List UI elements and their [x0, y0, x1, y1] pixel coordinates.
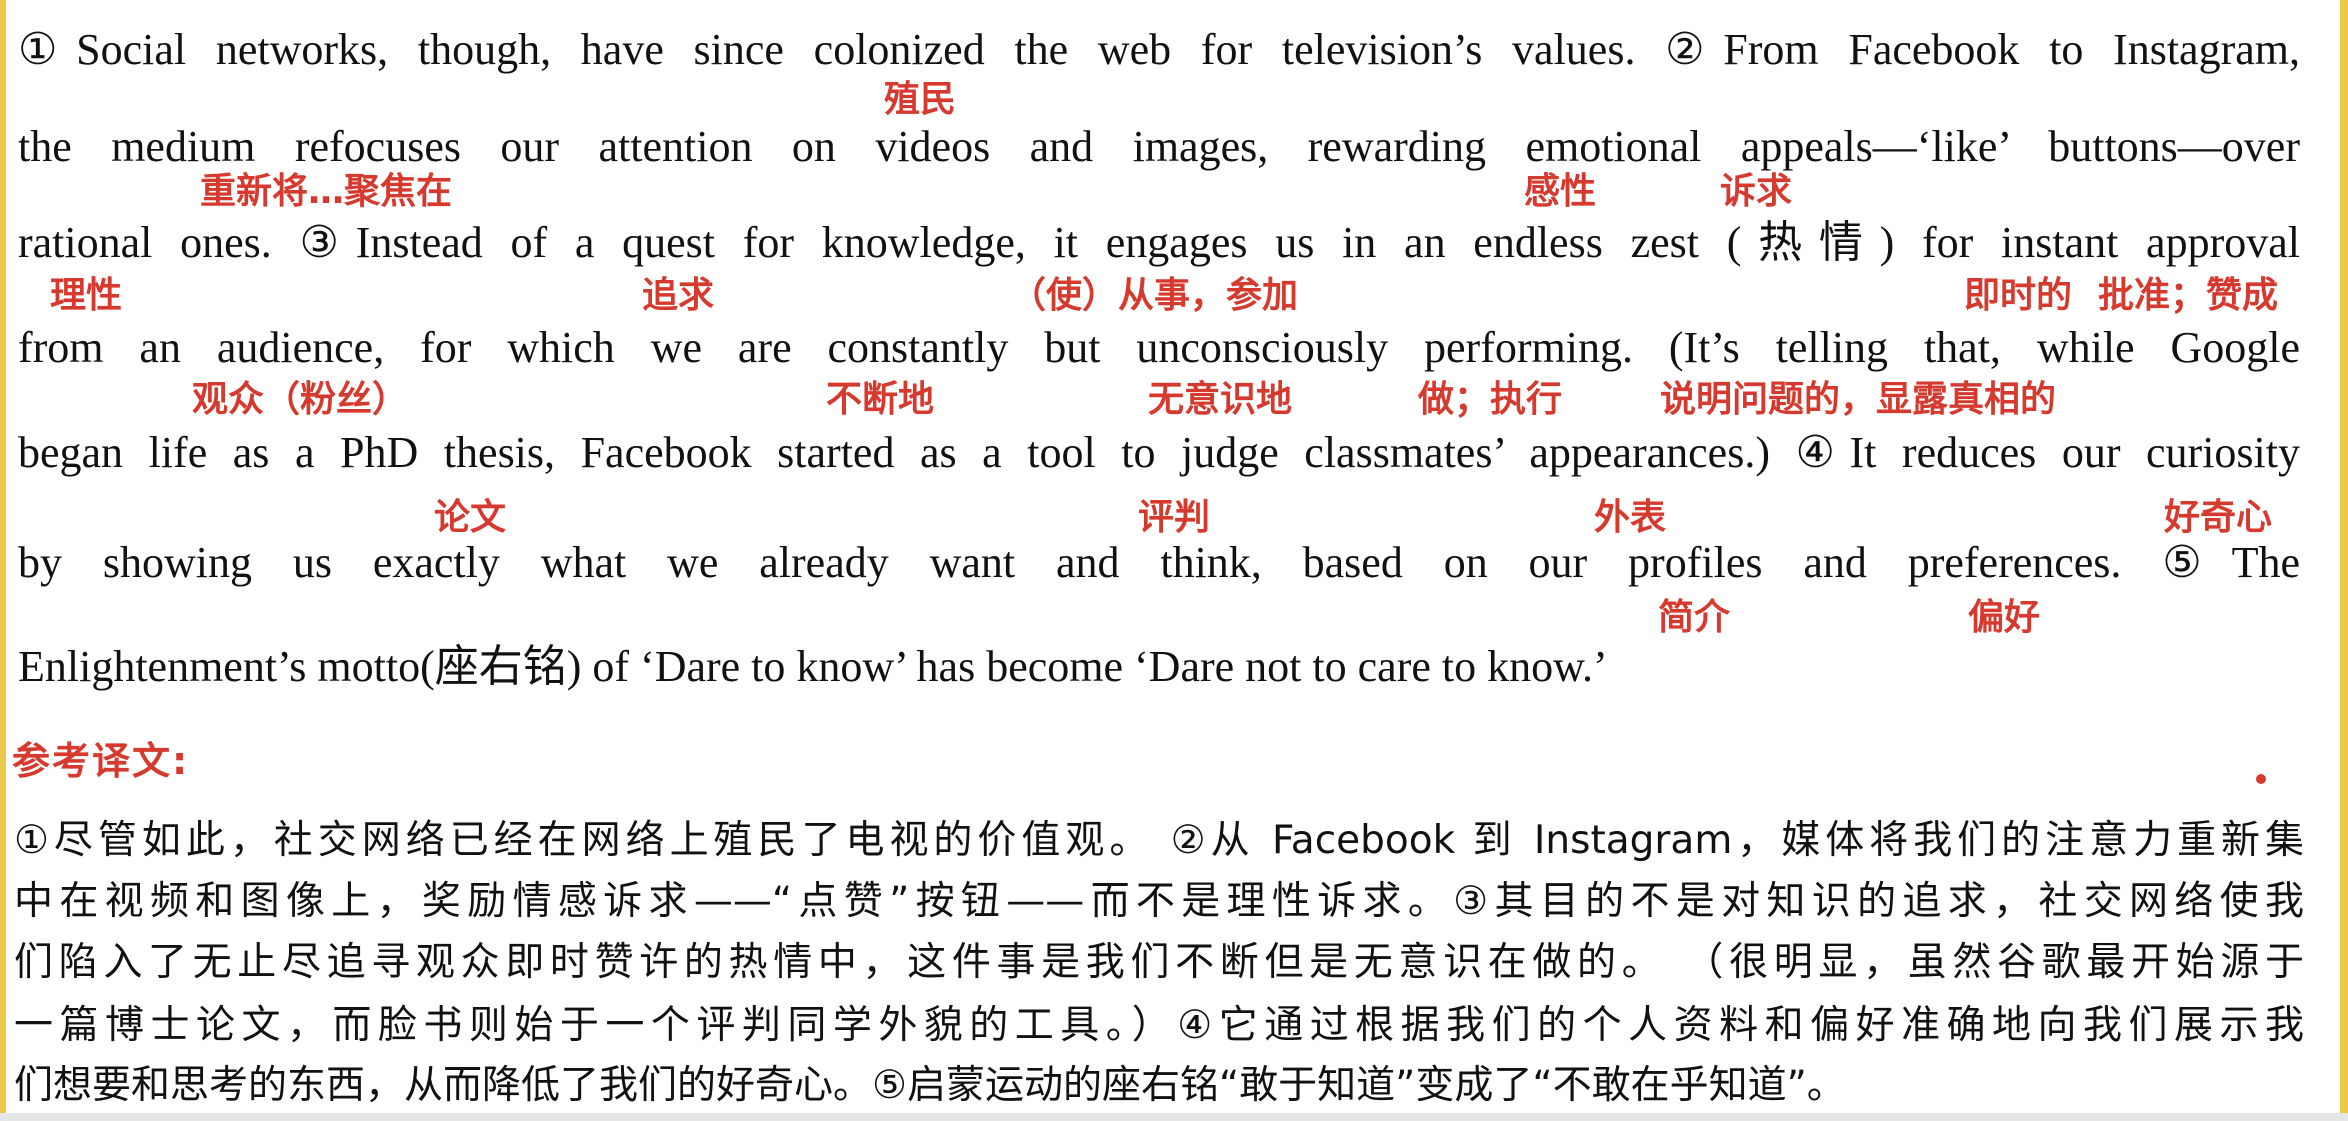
document-page: ①Social networks, though, have since col…: [0, 0, 2348, 1121]
annotation-instant: 即时的: [1964, 275, 2073, 316]
passage-line-4: from an audience, for which we are const…: [18, 323, 2300, 372]
passage-line-7: Enlightenment’s motto(座右铭) of ‘Dare to k…: [18, 642, 1608, 691]
annotation-engage: （使）从事，参加: [1010, 275, 1299, 316]
annotation-judge: 评判: [1138, 497, 1211, 538]
annotation-performing: 做；执行: [1418, 379, 1563, 420]
annotation-preferences: 偏好: [1968, 597, 2041, 638]
annotation-emotional: 感性: [1524, 171, 1597, 212]
annotation-colonize: 殖民: [884, 79, 957, 120]
annotation-appeals: 诉求: [1720, 171, 1793, 212]
translation-line-1: ①尽管如此，社交网络已经在网络上殖民了电视的价值观。 ②从 Facebook 到…: [14, 818, 2304, 863]
passage-line-6: by showing us exactly what we already wa…: [18, 538, 2300, 587]
annotation-unconsciously: 无意识地: [1148, 379, 1293, 420]
translation-line-5: 们想要和思考的东西，从而降低了我们的好奇心。⑤启蒙运动的座右铭“敢于知道”变成了…: [14, 1063, 1846, 1108]
red-dot-mark: [2256, 774, 2266, 784]
passage-line-5: began life as a PhD thesis, Facebook sta…: [18, 428, 2300, 477]
translation-line-2: 中在视频和图像上，奖励情感诉求——“点赞”按钮——而不是理性诉求。③其目的不是对…: [14, 879, 2304, 924]
annotation-quest: 追求: [642, 275, 715, 316]
annotation-thesis: 论文: [434, 497, 507, 538]
annotation-approval: 批准；赞成: [2098, 275, 2279, 316]
translation-line-3: 们陷入了无止尽追寻观众即时赞许的热情中，这件事是我们不断但是无意识在做的。 （很…: [14, 940, 2304, 985]
passage-line-1: ①Social networks, though, have since col…: [18, 25, 2300, 74]
annotation-audience: 观众（粉丝）: [192, 379, 409, 420]
passage-line-2: the medium refocuses our attention on vi…: [18, 122, 2300, 171]
annotation-curiosity: 好奇心: [2164, 497, 2273, 538]
annotation-telling: 说明问题的，显露真相的: [1660, 379, 2057, 420]
annotation-constantly: 不断地: [826, 379, 935, 420]
annotation-refocus: 重新将…聚焦在: [200, 171, 453, 212]
annotation-profiles: 简介: [1658, 597, 1731, 638]
passage-line-3: rational ones. ③Instead of a quest for k…: [18, 218, 2300, 267]
translation-line-4: 一篇博士论文，而脸书则始于一个评判同学外貌的工具。）④它通过根据我们的个人资料和…: [14, 1003, 2304, 1048]
annotation-rational: 理性: [50, 275, 123, 316]
annotation-appearances: 外表: [1594, 497, 1667, 538]
translation-heading: 参考译文:: [12, 739, 190, 783]
